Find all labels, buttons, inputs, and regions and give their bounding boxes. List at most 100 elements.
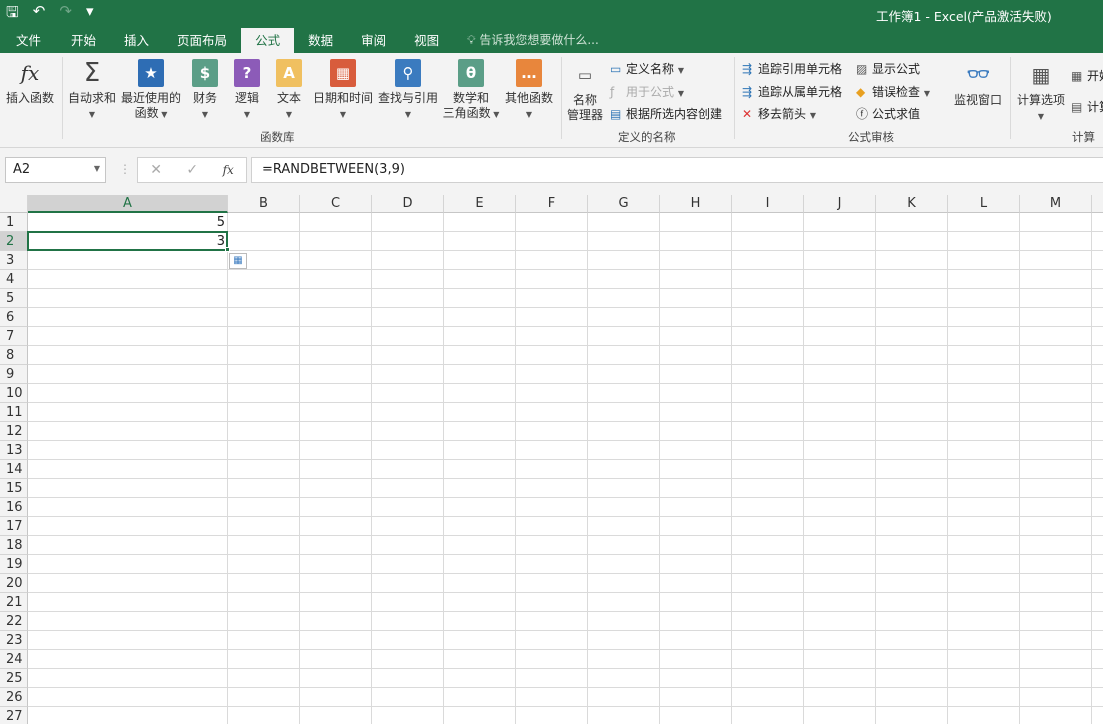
- name-box[interactable]: A2 ▼: [5, 157, 106, 183]
- recent-functions-button[interactable]: ★ 最近使用的 函数 ▼: [120, 59, 182, 122]
- logical-button[interactable]: ? 逻辑 ▼: [230, 59, 264, 122]
- insert-function-icon[interactable]: fx: [223, 163, 234, 177]
- redo-icon[interactable]: ↷: [59, 2, 72, 27]
- cell-a1[interactable]: 5: [28, 213, 228, 232]
- more-functions-button[interactable]: … 其他函数 ▼: [502, 59, 556, 122]
- tab-formulas[interactable]: 公式: [241, 28, 295, 53]
- column-header-j[interactable]: J: [804, 195, 876, 213]
- row-header-6[interactable]: 6: [0, 308, 28, 327]
- row-header-23[interactable]: 23: [0, 631, 28, 650]
- row-header-18[interactable]: 18: [0, 536, 28, 555]
- column-header-a[interactable]: A: [28, 195, 228, 213]
- financial-button[interactable]: $ 财务 ▼: [188, 59, 222, 122]
- column-header-l[interactable]: L: [948, 195, 1020, 213]
- tell-me-search[interactable]: 💡︎ 告诉我您想要做什么...: [453, 28, 599, 53]
- row-header-19[interactable]: 19: [0, 555, 28, 574]
- trace-precedents-icon: ⇶: [742, 62, 753, 76]
- define-name-button[interactable]: ▭ 定义名称 ▼: [610, 60, 684, 77]
- calculate-sheet-button[interactable]: ▤ 计算工作表: [1071, 98, 1103, 115]
- name-manager-button[interactable]: ▭ 名称 管理器: [565, 61, 605, 123]
- title-bar: 🖫 ↶ ↷ ▾ 工作簿1 - Excel(产品激活失败) 文件 开始 插入 页面…: [0, 0, 1103, 53]
- column-header-h[interactable]: H: [660, 195, 732, 213]
- spreadsheet-grid[interactable]: ABCDEFGHIJKLMN12345678910111213141516171…: [0, 195, 1103, 724]
- calculation-options-button[interactable]: ▦ 计算选项 ▼: [1014, 61, 1068, 124]
- row-header-12[interactable]: 12: [0, 422, 28, 441]
- row-header-16[interactable]: 16: [0, 498, 28, 517]
- text-button[interactable]: A 文本 ▼: [272, 59, 306, 122]
- lookup-reference-button[interactable]: ⚲ 查找与引用 ▼: [376, 59, 440, 122]
- drag-handle-icon[interactable]: ⋮: [119, 162, 131, 176]
- tab-view[interactable]: 视图: [400, 28, 453, 53]
- show-formulas-button[interactable]: ▨ 显示公式: [856, 60, 920, 77]
- tab-data[interactable]: 数据: [294, 28, 347, 53]
- watch-window-button[interactable]: 👓︎ 监视窗口: [950, 61, 1006, 108]
- tab-insert[interactable]: 插入: [110, 28, 163, 53]
- fill-handle[interactable]: [225, 247, 230, 252]
- tab-review[interactable]: 审阅: [347, 28, 400, 53]
- column-header-m[interactable]: M: [1020, 195, 1092, 213]
- row-header-7[interactable]: 7: [0, 327, 28, 346]
- column-header-c[interactable]: C: [300, 195, 372, 213]
- enter-icon[interactable]: ✓: [186, 162, 198, 178]
- date-time-button[interactable]: ▦ 日期和时间 ▼: [310, 59, 376, 122]
- row-header-5[interactable]: 5: [0, 289, 28, 308]
- row-header-11[interactable]: 11: [0, 403, 28, 422]
- column-header-k[interactable]: K: [876, 195, 948, 213]
- label: 数学和: [452, 91, 489, 105]
- autosum-button[interactable]: Σ 自动求和 ▼: [66, 59, 118, 122]
- customize-qat-icon[interactable]: ▾: [86, 2, 94, 27]
- undo-icon[interactable]: ↶: [33, 2, 46, 27]
- label: 财务: [192, 91, 217, 105]
- row-header-26[interactable]: 26: [0, 688, 28, 707]
- row-header-25[interactable]: 25: [0, 669, 28, 688]
- row-header-20[interactable]: 20: [0, 574, 28, 593]
- tab-page-layout[interactable]: 页面布局: [163, 28, 241, 53]
- coins-book-icon: $: [192, 59, 218, 87]
- row-header-3[interactable]: 3: [0, 251, 28, 270]
- tab-home[interactable]: 开始: [57, 28, 110, 53]
- trace-dependents-button[interactable]: ⇶ 追踪从属单元格: [742, 83, 842, 100]
- column-header-e[interactable]: E: [444, 195, 516, 213]
- column-header-n[interactable]: N: [1092, 195, 1103, 213]
- row-header-17[interactable]: 17: [0, 517, 28, 536]
- fx-icon: fx: [20, 61, 40, 85]
- cancel-icon[interactable]: ✕: [150, 162, 162, 178]
- row-header-4[interactable]: 4: [0, 270, 28, 289]
- insert-function-button[interactable]: fx 插入函数: [4, 59, 56, 106]
- row-header-22[interactable]: 22: [0, 612, 28, 631]
- trace-precedents-button[interactable]: ⇶ 追踪引用单元格: [742, 60, 842, 77]
- create-from-selection-button[interactable]: ▤ 根据所选内容创建: [610, 105, 722, 122]
- row-header-2[interactable]: 2: [0, 232, 28, 251]
- column-header-g[interactable]: G: [588, 195, 660, 213]
- row-header-15[interactable]: 15: [0, 479, 28, 498]
- column-header-i[interactable]: I: [732, 195, 804, 213]
- remove-arrows-button[interactable]: ✕ 移去箭头 ▼: [742, 105, 816, 122]
- row-header-27[interactable]: 27: [0, 707, 28, 724]
- row-header-14[interactable]: 14: [0, 460, 28, 479]
- gridline: [587, 213, 588, 724]
- save-icon[interactable]: 🖫: [6, 2, 19, 27]
- quick-analysis-icon[interactable]: ▦: [229, 253, 247, 269]
- row-header-9[interactable]: 9: [0, 365, 28, 384]
- tab-file[interactable]: 文件: [0, 28, 57, 53]
- error-checking-button[interactable]: ◆ 错误检查 ▼: [856, 83, 930, 100]
- row-header-24[interactable]: 24: [0, 650, 28, 669]
- row-header-1[interactable]: 1: [0, 213, 28, 232]
- chevron-down-icon[interactable]: ▼: [94, 164, 100, 173]
- formula-input[interactable]: =RANDBETWEEN(3,9): [251, 157, 1103, 183]
- label: 函数: [134, 106, 159, 120]
- gridline: [28, 592, 1103, 593]
- row-header-13[interactable]: 13: [0, 441, 28, 460]
- column-header-b[interactable]: B: [228, 195, 300, 213]
- column-header-f[interactable]: F: [516, 195, 588, 213]
- label: 追踪引用单元格: [758, 62, 843, 76]
- calculate-now-button[interactable]: ▦ 开始计算: [1071, 67, 1103, 84]
- row-header-21[interactable]: 21: [0, 593, 28, 612]
- column-header-d[interactable]: D: [372, 195, 444, 213]
- row-header-8[interactable]: 8: [0, 346, 28, 365]
- math-trig-button[interactable]: θ 数学和 三角函数 ▼: [440, 59, 502, 122]
- use-in-formula-button[interactable]: ƒ 用于公式 ▼: [610, 83, 684, 100]
- select-all-button[interactable]: [0, 195, 28, 213]
- row-header-10[interactable]: 10: [0, 384, 28, 403]
- evaluate-formula-button[interactable]: ⓕ 公式求值: [856, 105, 920, 122]
